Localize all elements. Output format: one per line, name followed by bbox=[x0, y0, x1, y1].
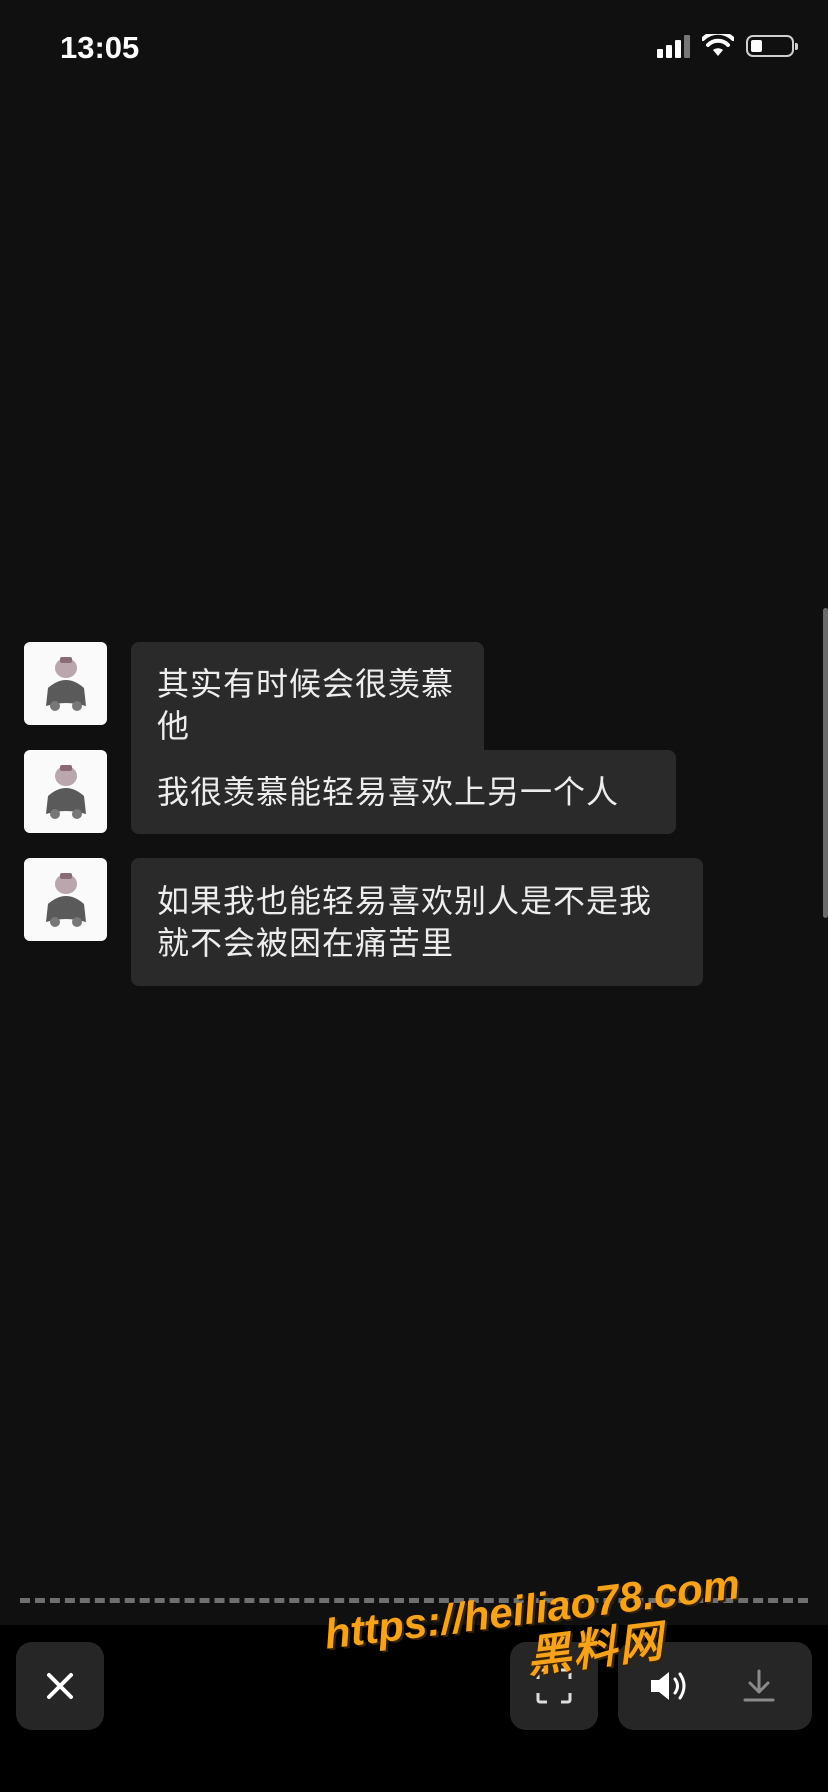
sound-button[interactable] bbox=[644, 1662, 694, 1710]
download-button[interactable] bbox=[734, 1662, 784, 1710]
battery-icon bbox=[746, 35, 798, 57]
message-bubble[interactable]: 如果我也能轻易喜欢别人是不是我就不会被困在痛苦里 bbox=[131, 858, 703, 986]
status-time: 13:05 bbox=[60, 30, 140, 65]
status-icons bbox=[657, 34, 798, 58]
close-button[interactable] bbox=[16, 1642, 104, 1730]
avatar-figure-icon bbox=[45, 656, 86, 711]
status-bar: 13:05 bbox=[0, 0, 828, 100]
close-icon bbox=[47, 1673, 73, 1699]
message-row: 如果我也能轻易喜欢别人是不是我就不会被困在痛苦里 bbox=[24, 858, 703, 986]
speaker-icon bbox=[651, 1672, 686, 1700]
wifi-icon bbox=[702, 34, 734, 56]
scrollbar[interactable] bbox=[823, 608, 828, 918]
cellular-signal-icon bbox=[657, 34, 690, 58]
avatar-figure-icon bbox=[45, 872, 86, 927]
message-bubble[interactable]: 我很羡慕能轻易喜欢上另一个人 bbox=[131, 750, 676, 834]
avatar[interactable] bbox=[24, 750, 107, 833]
avatar-figure-icon bbox=[45, 764, 86, 819]
avatar[interactable] bbox=[24, 858, 107, 941]
download-icon bbox=[743, 1669, 775, 1702]
message-row: 我很羡慕能轻易喜欢上另一个人 bbox=[24, 750, 676, 834]
avatar[interactable] bbox=[24, 642, 107, 725]
